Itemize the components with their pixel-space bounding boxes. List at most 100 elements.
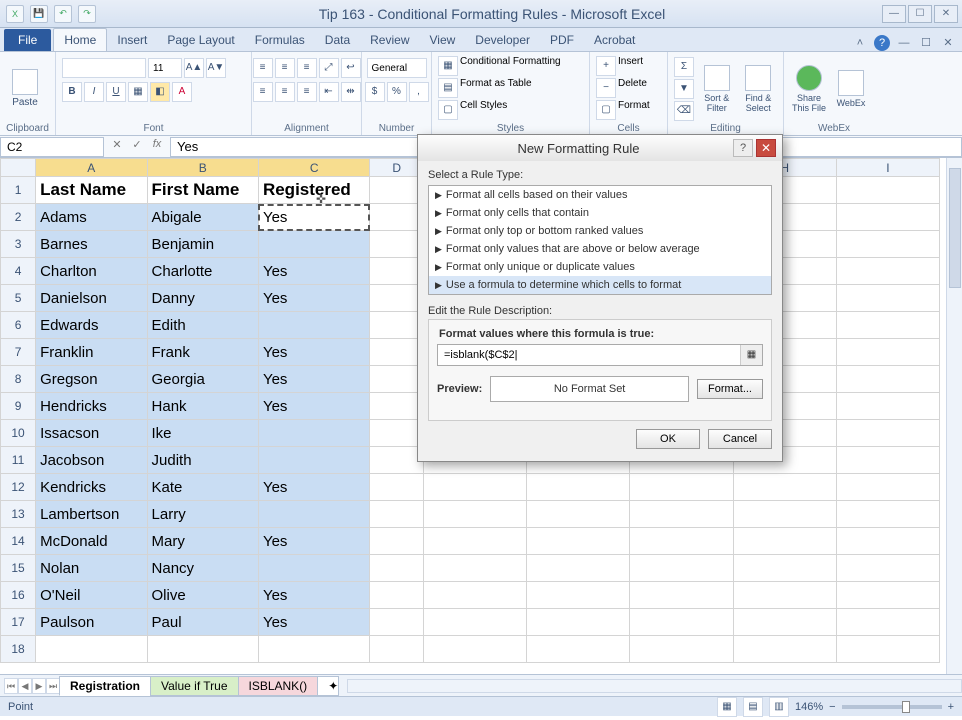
cell[interactable]: Kate xyxy=(147,474,258,501)
cancel-formula-icon[interactable]: ✕ xyxy=(108,138,126,156)
tab-nav-prev[interactable]: ◀ xyxy=(18,678,32,694)
format-as-table-button[interactable]: ▤Format as Table xyxy=(438,78,532,98)
cell[interactable]: Danny xyxy=(147,285,258,312)
border-button[interactable]: ▦ xyxy=(128,82,148,102)
file-tab[interactable]: File xyxy=(4,29,51,51)
increase-font-icon[interactable]: A▲ xyxy=(184,58,204,78)
ok-button[interactable]: OK xyxy=(636,429,700,449)
select-all-corner[interactable] xyxy=(1,159,36,177)
tab-nav-first[interactable]: ⏮ xyxy=(4,678,18,694)
cell[interactable]: Olive xyxy=(147,582,258,609)
cell[interactable] xyxy=(370,528,424,555)
cell[interactable]: O'Neil xyxy=(36,582,147,609)
cell[interactable] xyxy=(258,420,369,447)
tab-nav-last[interactable]: ⏭ xyxy=(46,678,60,694)
row-header[interactable]: 6 xyxy=(1,312,36,339)
cell[interactable]: Gregson xyxy=(36,366,147,393)
row-header[interactable]: 4 xyxy=(1,258,36,285)
cell[interactable]: Mary xyxy=(147,528,258,555)
merge-button[interactable]: ⇹ xyxy=(341,82,361,102)
cell[interactable]: Yes xyxy=(258,339,369,366)
zoom-slider[interactable] xyxy=(842,705,942,709)
format-cells-button[interactable]: ▢Format xyxy=(596,100,650,120)
paste-button[interactable]: Paste xyxy=(6,59,44,119)
cell[interactable]: Edwards xyxy=(36,312,147,339)
cell[interactable]: Yes xyxy=(258,393,369,420)
wrap-text-icon[interactable]: ↩ xyxy=(341,58,361,78)
view-pagelayout-icon[interactable]: ▤ xyxy=(743,697,763,717)
cell[interactable] xyxy=(370,609,424,636)
cell[interactable]: Yes xyxy=(258,474,369,501)
cell[interactable] xyxy=(370,366,424,393)
cell[interactable]: Larry xyxy=(147,501,258,528)
row-header[interactable]: 15 xyxy=(1,555,36,582)
decrease-indent-icon[interactable]: ⇤ xyxy=(319,82,339,102)
cell[interactable] xyxy=(258,447,369,474)
rule-type-item[interactable]: ▶Format only values that are above or be… xyxy=(429,240,771,258)
align-right-icon[interactable]: ≡ xyxy=(297,82,317,102)
cancel-button[interactable]: Cancel xyxy=(708,429,772,449)
fill-color-button[interactable]: ◧ xyxy=(150,82,170,102)
rule-type-item[interactable]: ▶Format only unique or duplicate values xyxy=(429,258,771,276)
name-box[interactable]: C2 xyxy=(0,137,104,157)
dialog-help-button[interactable]: ? xyxy=(733,139,753,157)
zoom-out-button[interactable]: − xyxy=(829,701,835,713)
cell[interactable]: Judith xyxy=(147,447,258,474)
zoom-level[interactable]: 146% xyxy=(795,701,823,713)
view-pagebreak-icon[interactable]: ▥ xyxy=(769,697,789,717)
cell[interactable] xyxy=(370,420,424,447)
conditional-formatting-button[interactable]: ▦Conditional Formatting xyxy=(438,56,561,76)
row-header[interactable]: 17 xyxy=(1,609,36,636)
cell[interactable] xyxy=(370,231,424,258)
tab-formulas[interactable]: Formulas xyxy=(245,29,315,51)
close-button[interactable]: ✕ xyxy=(934,5,958,23)
delete-cells-button[interactable]: −Delete xyxy=(596,78,647,98)
col-header-A[interactable]: A xyxy=(36,159,147,177)
rule-type-list[interactable]: ▶Format all cells based on their values … xyxy=(428,185,772,295)
decrease-font-icon[interactable]: A▼ xyxy=(206,58,226,78)
font-size-input[interactable] xyxy=(148,58,182,78)
cell[interactable]: Benjamin xyxy=(147,231,258,258)
cell-styles-button[interactable]: ▢Cell Styles xyxy=(438,100,507,120)
cell[interactable]: Paul xyxy=(147,609,258,636)
cell[interactable]: Edith xyxy=(147,312,258,339)
dialog-close-button[interactable]: ✕ xyxy=(756,139,776,157)
cell[interactable]: Yes xyxy=(258,582,369,609)
cell[interactable]: Frank xyxy=(147,339,258,366)
row-header[interactable]: 13 xyxy=(1,501,36,528)
workbook-minimize-icon[interactable]: — xyxy=(896,35,912,51)
cell[interactable] xyxy=(370,501,424,528)
view-normal-icon[interactable]: ▦ xyxy=(717,697,737,717)
rule-type-item[interactable]: ▶Format only cells that contain xyxy=(429,204,771,222)
cell[interactable]: Charlton xyxy=(36,258,147,285)
cell[interactable] xyxy=(370,312,424,339)
col-header-C[interactable]: C xyxy=(258,159,369,177)
number-format-select[interactable] xyxy=(367,58,427,78)
cell[interactable]: Jacobson xyxy=(36,447,147,474)
tab-nav-next[interactable]: ▶ xyxy=(32,678,46,694)
cell[interactable]: Yes xyxy=(258,609,369,636)
orientation-icon[interactable]: ⤢ xyxy=(319,58,339,78)
cell[interactable]: Last Name xyxy=(36,177,147,204)
cell[interactable]: Paulson xyxy=(36,609,147,636)
tab-data[interactable]: Data xyxy=(315,29,360,51)
italic-button[interactable]: I xyxy=(84,82,104,102)
clear-icon[interactable]: ⌫ xyxy=(674,101,694,121)
format-button[interactable]: Format... xyxy=(697,379,763,399)
cell[interactable] xyxy=(370,285,424,312)
tab-pdf[interactable]: PDF xyxy=(540,29,584,51)
row-header[interactable]: 16 xyxy=(1,582,36,609)
cell[interactable] xyxy=(258,312,369,339)
cell[interactable]: Yes xyxy=(258,204,369,231)
font-name-input[interactable] xyxy=(62,58,146,78)
cell[interactable]: Adams xyxy=(36,204,147,231)
cell[interactable]: Georgia xyxy=(147,366,258,393)
row-header[interactable]: 3 xyxy=(1,231,36,258)
cell[interactable] xyxy=(370,258,424,285)
zoom-in-button[interactable]: + xyxy=(948,701,954,713)
comma-icon[interactable]: , xyxy=(409,82,429,102)
tab-pagelayout[interactable]: Page Layout xyxy=(157,29,244,51)
cell[interactable] xyxy=(370,447,424,474)
tab-insert[interactable]: Insert xyxy=(107,29,157,51)
row-header[interactable]: 1 xyxy=(1,177,36,204)
